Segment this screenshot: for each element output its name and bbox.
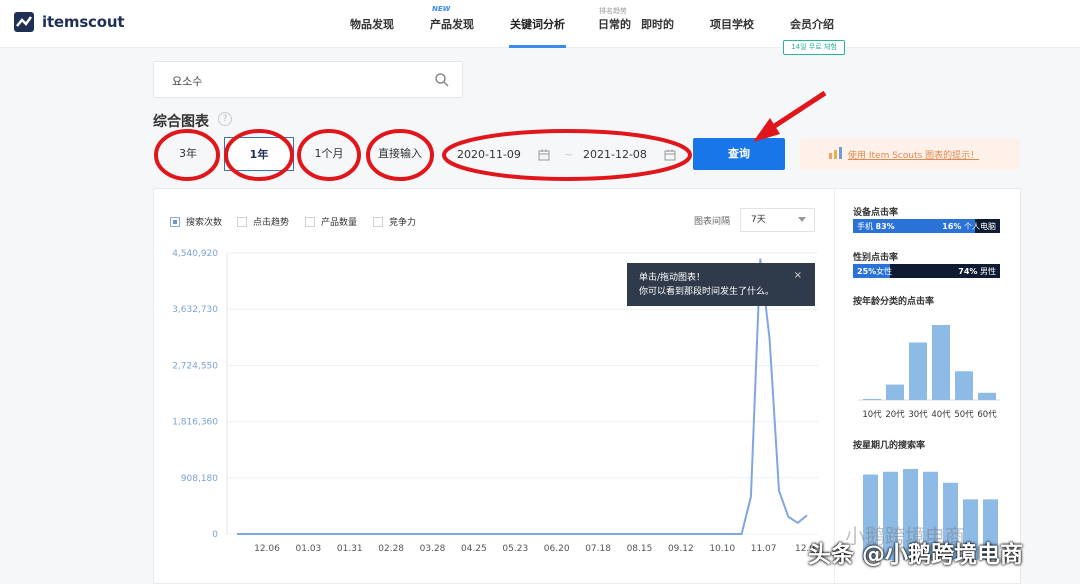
legend-label: 产品数量 [321,218,358,228]
interval-value: 7天 [751,215,766,225]
nav-item-product-finder[interactable]: 产品发现 [430,16,474,32]
bar-chart-icon [829,147,842,159]
range-custom-button[interactable]: 直接输入 [370,137,430,171]
logo-text: itemscout [42,13,125,31]
free-trial-badge[interactable]: 14일 무료 체험 [783,40,845,55]
weekday-rate-title: 按星期几的搜索率 [853,441,926,451]
pc-pct: 16% [942,222,962,231]
legend-label: 点击趋势 [253,218,290,228]
nav-item-realtime[interactable]: 即时的 [641,16,674,32]
date-separator: ~ [564,148,574,161]
active-tab-indicator [509,45,566,48]
checkbox[interactable] [305,216,315,227]
top-navbar: itemscout 物品发现 NEW 产品发现 关键词分析 排名趋势 日常的 即… [0,0,1080,48]
interval-select[interactable]: 7天 [740,208,815,232]
legend-click-trend[interactable]: 点击趋势 [237,215,289,228]
calendar-icon[interactable] [538,149,550,161]
help-icon[interactable]: ? [218,112,232,126]
mobile-share: 手机 83% [857,221,895,232]
checkbox[interactable] [373,216,383,227]
chart-tip-banner[interactable]: 使用 Item Scouts 图表的提示！ [800,138,1020,170]
checkbox[interactable] [237,216,247,227]
tooltip-line-1: 单击/拖动图表！ [639,273,706,283]
legend-label: 搜索次数 [186,218,223,228]
mobile-pct: 83% [875,222,895,231]
watermark: 头条 @小鹅跨境电商 [808,542,1024,568]
search-value: 요소수 [172,75,203,88]
range-1y-button[interactable]: 1年 [224,137,294,171]
male-share: 74% 男性 [958,266,996,277]
nav-item-membership[interactable]: 会员介绍 [790,16,834,32]
chart-tip-link[interactable]: 使用 Item Scouts 图表的提示！ [848,148,979,161]
age-ctr-title: 按年龄分类的点击率 [853,297,935,307]
rank-trend-label: 排名趋势 [599,7,627,15]
range-1m-button[interactable]: 1个月 [304,137,354,171]
mobile-label: 手机 [857,222,873,231]
gender-ctr-title: 性别点击率 [853,253,899,263]
legend-search-count[interactable]: 搜索次数 [170,215,222,228]
male-label: 男性 [980,267,996,276]
logo-icon [14,12,34,32]
device-ctr-title: 设备点击率 [853,208,899,218]
new-badge: NEW [432,5,451,13]
legend-competition[interactable]: 竞争力 [373,215,416,228]
nav-item-school[interactable]: 项目学校 [710,16,754,32]
search-icon[interactable] [434,72,450,88]
side-divider [834,188,835,584]
nav-item-daily[interactable]: 日常的 [598,16,631,32]
interval-label: 图表间隔 [694,217,731,227]
legend-product-count[interactable]: 产品数量 [305,215,357,228]
close-icon[interactable]: × [794,269,802,283]
pc-share: 16% 个人电脑 [942,221,996,232]
page-title: 综合图表 [153,114,209,130]
female-pct: 25% [857,267,877,276]
nav-item-keyword-analysis[interactable]: 关键词分析 [510,16,565,32]
male-pct: 74% [958,267,978,276]
annotation-arrow [768,90,827,132]
end-date-field[interactable]: 2021-12-08 [583,141,647,169]
search-input[interactable]: 요소수 [153,61,463,98]
female-label: 女性 [876,267,893,276]
female-share: 25%女性 [857,266,892,277]
logo[interactable]: itemscout [14,12,124,32]
calendar-icon[interactable] [664,149,676,161]
nav-item-product-discovery[interactable]: 物品发现 [350,16,394,32]
query-button[interactable]: 查询 [693,138,785,170]
tooltip-line-2: 你可以看到那段时间发生了什么。 [639,287,775,297]
pc-label: 个人电脑 [964,222,996,231]
start-date-field[interactable]: 2020-11-09 [457,141,521,169]
legend-label: 竞争力 [389,218,417,228]
gender-ctr-bar: 25%女性 74% 男性 [853,264,1000,278]
checkbox[interactable] [170,216,180,227]
chart-hint-tooltip: 单击/拖动图表！ 你可以看到那段时间发生了什么。 × [627,263,815,306]
chevron-down-icon [798,217,806,222]
device-ctr-bar: 手机 83% 16% 个人电脑 [853,219,1000,233]
range-3y-button[interactable]: 3年 [163,137,213,171]
